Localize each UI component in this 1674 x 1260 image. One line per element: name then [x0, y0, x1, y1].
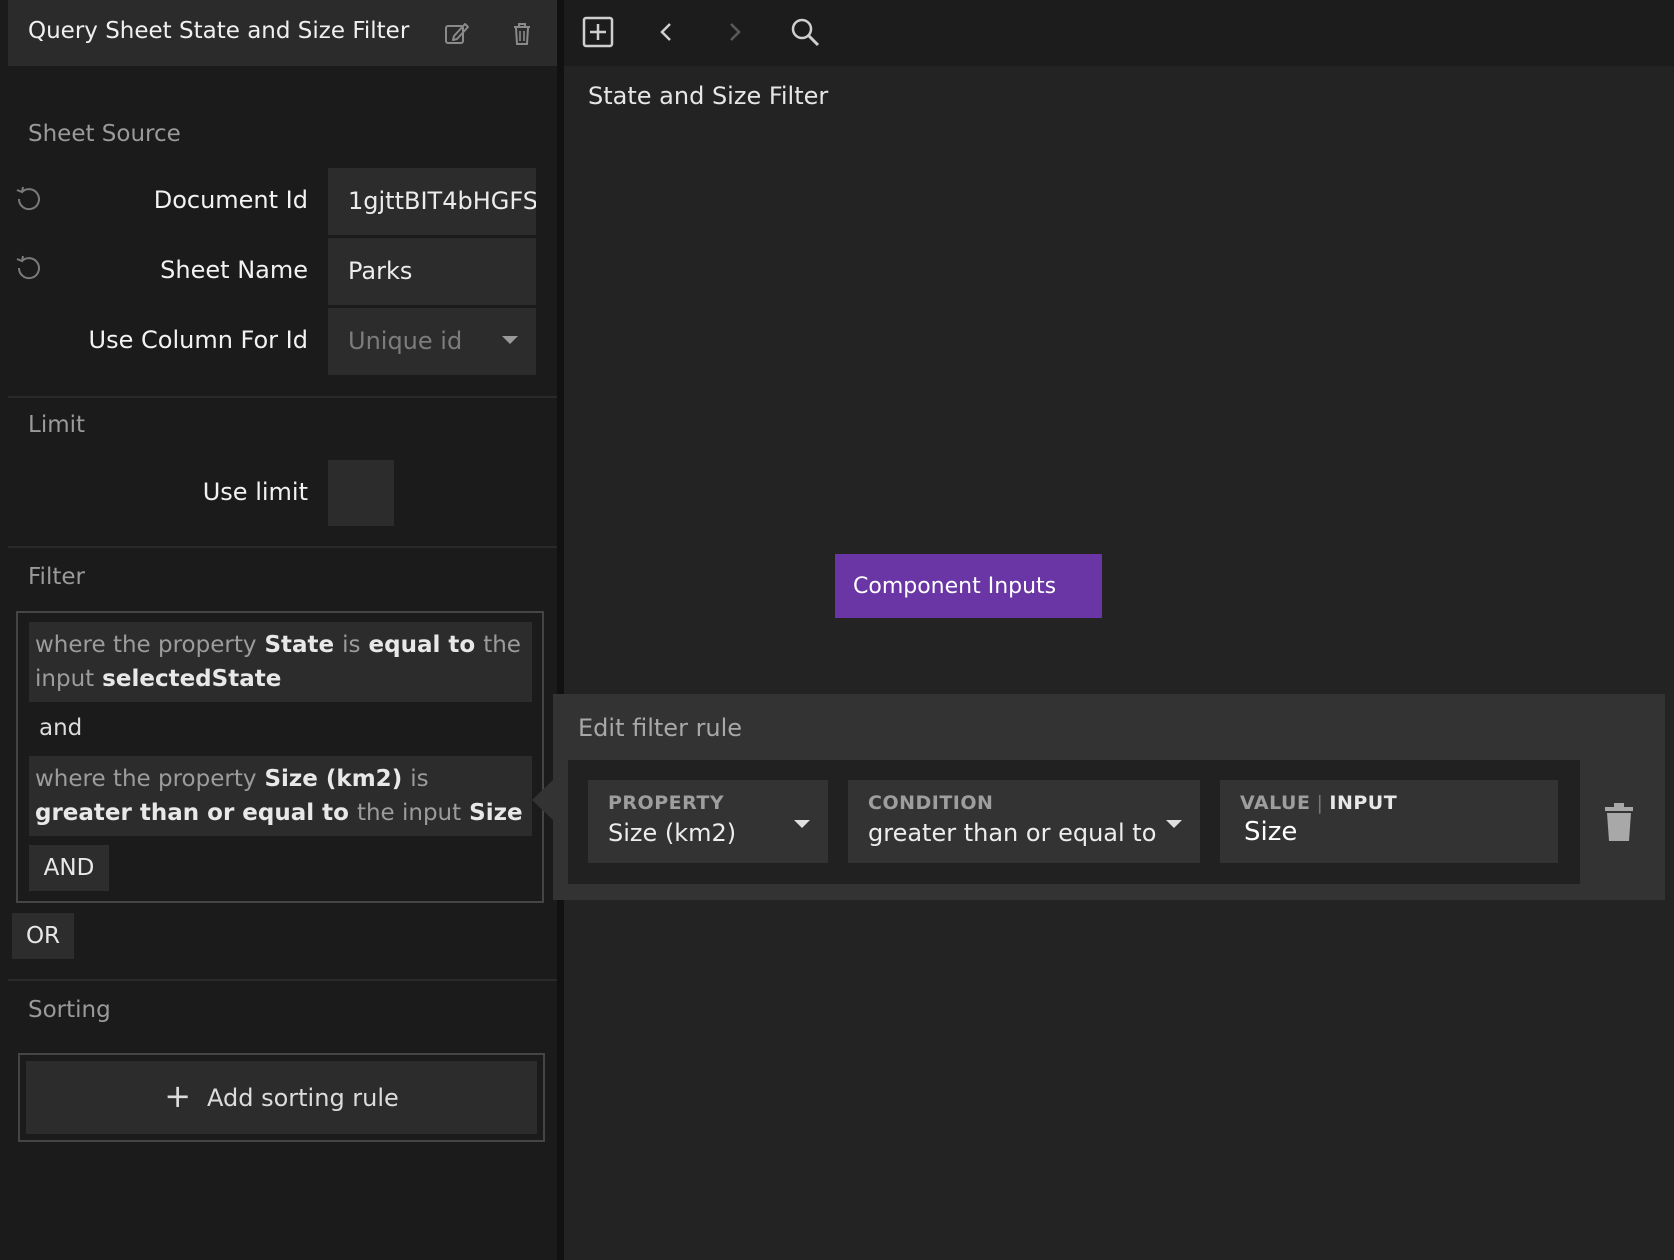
value-input-field[interactable]: VALUE | INPUT Size — [1220, 780, 1558, 863]
sheet-name-value: Parks — [348, 257, 413, 285]
section-sorting: Sorting — [28, 997, 111, 1023]
divider — [8, 546, 557, 548]
divider — [8, 979, 557, 981]
property-value: Size (km2) — [608, 819, 737, 847]
chevron-down-icon — [794, 820, 810, 828]
property-dropdown[interactable]: PROPERTY Size (km2) — [588, 780, 828, 863]
forward-icon[interactable] — [716, 13, 754, 51]
value-input-value: Size — [1244, 817, 1298, 847]
panel-title: Query Sheet State and Size Filter — [28, 18, 410, 44]
use-limit-label: Use limit — [202, 478, 308, 506]
panel-header: Query Sheet State and Size Filter — [8, 0, 557, 66]
rule-condition: greater than or equal to — [35, 800, 349, 826]
edit-filter-rule-popup: Edit filter rule PROPERTY Size (km2) CON… — [553, 694, 1665, 900]
property-label: PROPERTY — [608, 792, 725, 814]
popup-pointer — [532, 779, 554, 821]
sorting-group: + Add sorting rule — [18, 1053, 545, 1142]
panel-divider[interactable] — [557, 0, 564, 1260]
use-column-for-id-placeholder: Unique id — [348, 327, 463, 355]
chevron-down-icon — [1166, 820, 1182, 828]
document-id-label: Document Id — [153, 186, 308, 214]
rule-property: Size (km2) — [264, 766, 403, 792]
condition-dropdown[interactable]: CONDITION greater than or equal to — [848, 780, 1200, 863]
and-button[interactable]: AND — [29, 845, 109, 891]
value-label[interactable]: VALUE — [1240, 792, 1310, 814]
rule-condition: equal to — [368, 632, 476, 658]
condition-label: CONDITION — [868, 792, 994, 814]
rule-text: is — [342, 632, 361, 658]
rule-text: the input — [356, 800, 462, 826]
value-type-toggle[interactable]: VALUE | INPUT — [1240, 792, 1397, 814]
trash-icon[interactable] — [1603, 802, 1635, 842]
search-icon[interactable] — [786, 13, 824, 51]
rule-text: where the property — [35, 766, 257, 792]
filter-group: where the property State is equal to the inp… — [16, 611, 544, 903]
node-label: Component Inputs — [853, 573, 1057, 599]
document-id-field[interactable]: 1gjttBIT4bHGFS8 — [328, 168, 536, 235]
sheet-name-field[interactable]: Parks — [328, 238, 536, 305]
section-limit: Limit — [28, 412, 86, 438]
filter-rule-selected[interactable]: where the property Size (km2) is greater th… — [29, 756, 532, 836]
edit-icon[interactable] — [443, 19, 471, 47]
section-filter: Filter — [28, 564, 85, 590]
rule-input: Size — [469, 800, 523, 826]
add-sorting-rule-label: Add sorting rule — [207, 1083, 399, 1112]
canvas-title: State and Size Filter — [588, 82, 829, 110]
add-box-icon[interactable] — [579, 13, 617, 51]
input-label[interactable]: INPUT — [1329, 792, 1397, 814]
use-column-for-id-dropdown[interactable]: Unique id — [328, 308, 536, 375]
rule-input: selectedState — [102, 666, 282, 692]
filter-joiner: and — [39, 715, 83, 741]
query-panel: Query Sheet State and Size Filter Sheet … — [0, 0, 557, 1260]
rule-property: State — [264, 632, 335, 658]
canvas-toolbar — [564, 0, 1674, 66]
plus-icon: + — [164, 1076, 191, 1115]
use-column-for-id-label: Use Column For Id — [88, 326, 308, 354]
rule-text: where the property — [35, 632, 257, 658]
or-button[interactable]: OR — [12, 913, 74, 959]
rule-text: is — [410, 766, 429, 792]
section-sheet-source: Sheet Source — [28, 121, 181, 147]
divider — [8, 396, 557, 398]
condition-value: greater than or equal to — [868, 819, 1157, 847]
component-inputs-node[interactable]: Component Inputs — [835, 554, 1102, 618]
chevron-down-icon — [502, 336, 518, 344]
filter-rule[interactable]: where the property State is equal to the inp… — [29, 622, 532, 702]
back-icon[interactable] — [647, 13, 685, 51]
popup-title: Edit filter rule — [578, 714, 743, 742]
use-limit-checkbox[interactable] — [328, 460, 394, 526]
document-id-value: 1gjttBIT4bHGFS8 — [348, 187, 536, 215]
filter-rule-editor: PROPERTY Size (km2) CONDITION greater th… — [568, 760, 1580, 884]
sheet-name-label: Sheet Name — [160, 256, 308, 284]
add-sorting-rule-button[interactable]: + Add sorting rule — [26, 1061, 537, 1134]
trash-icon[interactable] — [508, 19, 536, 47]
